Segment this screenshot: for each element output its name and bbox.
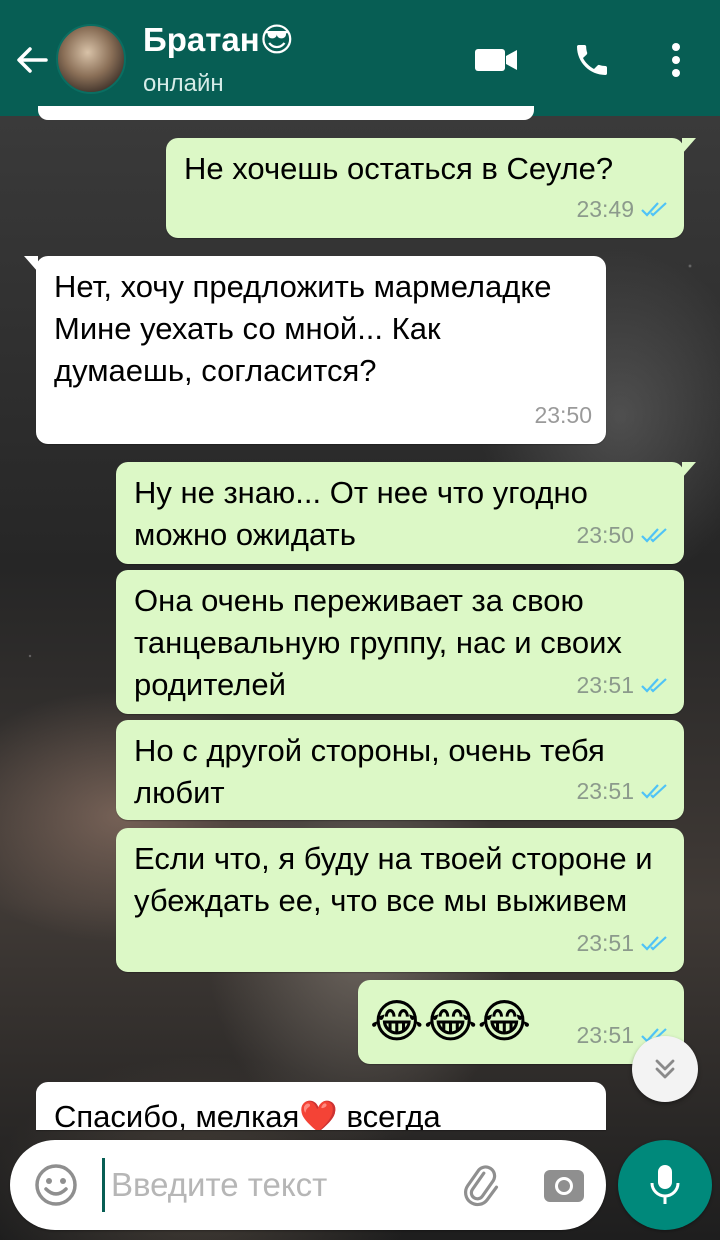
message-bubble-outgoing[interactable]: Но с другой стороны, очень тебя любит 23… [116,720,684,820]
camera-icon [544,1170,584,1202]
message-text: Спасибо, мелкая❤️ всегда [54,1099,441,1130]
message-meta: 23:50 [534,394,592,436]
message-meta: 23:51 [576,664,670,706]
scroll-to-bottom-button[interactable] [632,1036,698,1102]
message-meta: 23:51 [576,922,670,964]
message-bubble-outgoing[interactable]: Ну не знаю... От нее что угодно можно ож… [116,462,696,564]
double-chevron-down-icon [655,1059,675,1079]
message-time: 23:51 [576,1022,634,1048]
message-time: 23:51 [576,778,634,804]
message-input[interactable] [102,1158,432,1212]
read-ticks-icon [641,678,667,693]
more-vert-icon [672,43,680,77]
message-time: 23:51 [576,672,634,698]
voice-call-icon [577,45,607,75]
voice-record-button[interactable] [618,1140,712,1230]
message-bubble-outgoing[interactable]: 😂😂😂 23:51 [358,980,684,1064]
message-text: Нет, хочу предложить мармеладке Мине уех… [54,269,552,388]
read-ticks-icon [641,784,667,799]
emoji-button[interactable] [32,1161,80,1209]
previous-message-edge [38,106,534,120]
message-meta: 23:50 [576,514,670,556]
video-call-button[interactable] [472,38,520,82]
contact-name[interactable]: Братан😎 [143,20,294,59]
message-time: 23:49 [576,196,634,222]
message-time: 23:51 [576,930,634,956]
more-options-button[interactable] [652,38,700,82]
message-bubble-outgoing[interactable]: Она очень переживает за свою танцевальну… [116,570,684,714]
back-button[interactable] [10,38,54,82]
paperclip-icon [463,1165,499,1207]
video-call-icon [475,49,517,71]
message-meta: 23:49 [576,188,670,230]
message-meta: 23:51 [576,770,670,812]
microphone-icon [650,1165,680,1204]
smiley-icon [35,1164,77,1206]
message-bubble-outgoing[interactable]: Не хочешь остаться в Сеуле? 23:49 [166,138,696,238]
chat-header: Братан😎 онлайн [0,0,720,116]
read-ticks-icon [641,936,667,951]
read-ticks-icon [641,528,667,543]
message-time: 23:50 [576,522,634,548]
back-arrow-icon [17,47,48,73]
message-text: Если что, я буду на твоей стороне и убеж… [134,841,653,918]
voice-call-button[interactable] [568,38,616,82]
camera-button[interactable] [540,1162,588,1210]
message-time: 23:50 [534,402,592,428]
contact-avatar[interactable] [56,24,126,94]
message-text: Не хочешь остаться в Сеуле? [184,151,614,186]
message-bubble-outgoing[interactable]: Если что, я буду на твоей стороне и убеж… [116,828,684,972]
contact-status: онлайн [143,70,224,97]
message-composer [10,1140,606,1230]
read-ticks-icon [641,202,667,217]
message-bubble-incoming[interactable]: Спасибо, мелкая❤️ всегда [36,1082,606,1130]
message-bubble-incoming[interactable]: Нет, хочу предложить мармеладке Мине уех… [24,256,606,444]
attach-button[interactable] [456,1162,504,1210]
